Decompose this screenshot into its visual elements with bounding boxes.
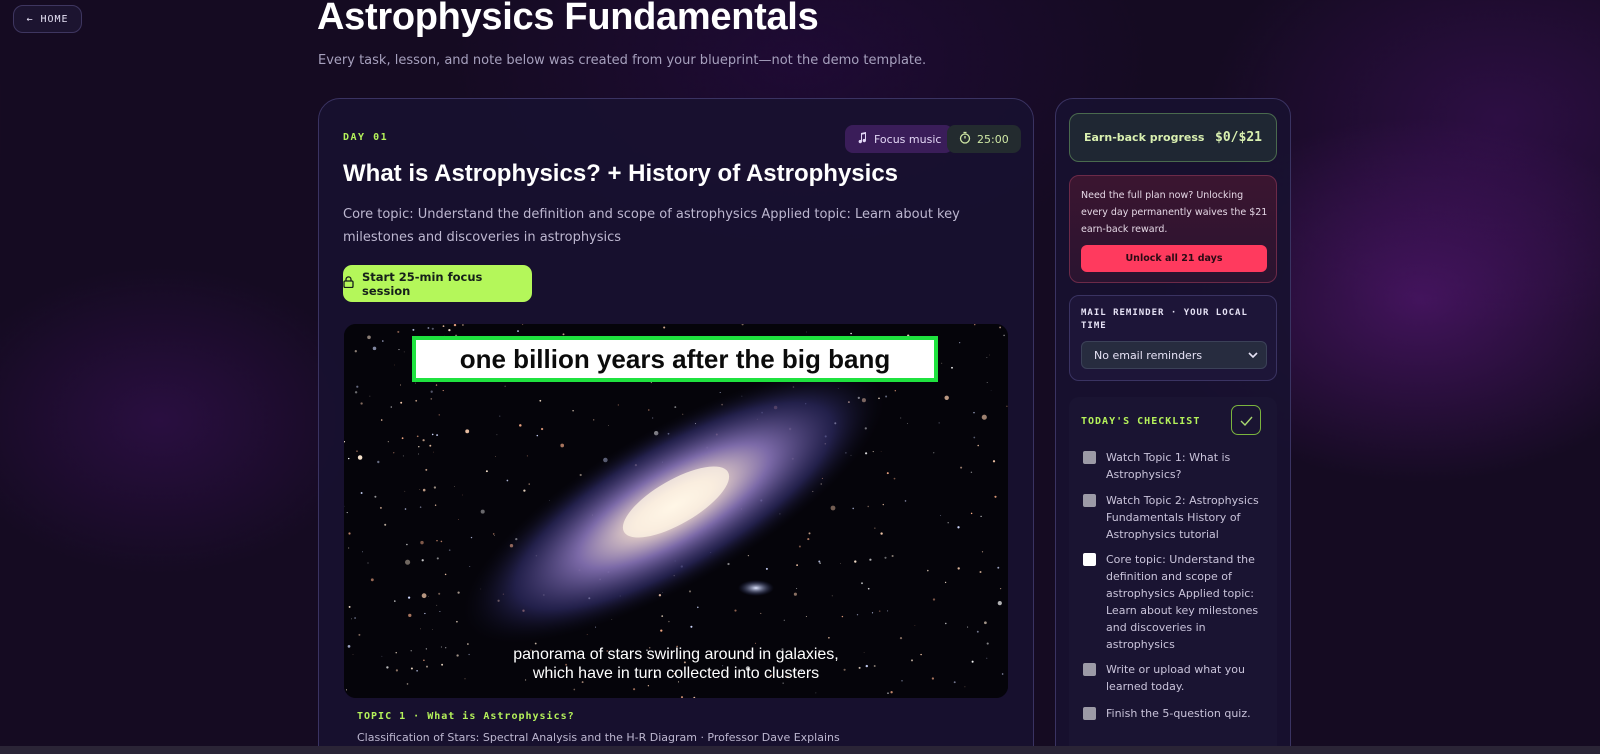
checkbox[interactable] bbox=[1083, 553, 1096, 566]
checklist-item-label: Finish the 5-question quiz. bbox=[1106, 707, 1251, 720]
checkbox[interactable] bbox=[1083, 451, 1096, 464]
checklist-complete-button[interactable] bbox=[1231, 405, 1261, 435]
bottom-bar bbox=[0, 746, 1600, 754]
chevron-down-icon bbox=[1248, 349, 1258, 362]
checklist-panel: TODAY'S CHECKLIST Watch Topic 1: What is… bbox=[1069, 397, 1277, 754]
checklist-item-label: Watch Topic 1: What is Astrophysics? bbox=[1106, 451, 1231, 481]
mail-reminder-label: MAIL REMINDER · YOUR LOCAL TIME bbox=[1081, 308, 1248, 331]
mail-reminder-value: No email reminders bbox=[1094, 348, 1203, 362]
page-title: Astrophysics Fundamentals bbox=[317, 0, 819, 38]
mail-reminder-panel: MAIL REMINDER · YOUR LOCAL TIME No email… bbox=[1069, 295, 1277, 381]
checklist-item[interactable]: Core topic: Understand the definition an… bbox=[1083, 551, 1273, 653]
unlock-panel: Need the full plan now? Unlocking every … bbox=[1069, 175, 1277, 283]
unlock-all-days-button[interactable]: Unlock all 21 days bbox=[1081, 245, 1267, 272]
topic-label: TOPIC 1 · What is Astrophysics? bbox=[357, 711, 575, 722]
earn-back-progress: Earn-back progress $0/$21 bbox=[1069, 113, 1277, 162]
video-meta: Classification of Stars: Spectral Analys… bbox=[357, 731, 840, 744]
lesson-description: Core topic: Understand the definition an… bbox=[343, 207, 960, 245]
lesson-title: What is Astrophysics? + History of Astro… bbox=[343, 160, 899, 187]
home-label: ← HOME bbox=[26, 13, 69, 25]
checkmark-icon bbox=[1240, 411, 1253, 430]
mail-reminder-select[interactable]: No email reminders bbox=[1081, 341, 1267, 369]
music-note-icon bbox=[857, 131, 868, 147]
lock-icon bbox=[343, 276, 354, 291]
checklist-title: TODAY'S CHECKLIST bbox=[1081, 416, 1201, 427]
checkbox[interactable] bbox=[1083, 494, 1096, 507]
checklist-item[interactable]: Write or upload what you learned today. bbox=[1083, 661, 1273, 695]
focus-button-label: Start 25-min focus session bbox=[362, 269, 483, 298]
checklist-item-label: Write or upload what you learned today. bbox=[1106, 663, 1245, 693]
checklist-item[interactable]: Watch Topic 1: What is Astrophysics? bbox=[1083, 449, 1273, 483]
earn-back-label: Earn-back progress bbox=[1084, 131, 1205, 144]
page-subtitle: Every task, lesson, and note below was c… bbox=[318, 53, 927, 68]
earn-back-value: $0/$21 bbox=[1215, 130, 1262, 145]
video-caption-line-1: panorama of stars swirling around in gal… bbox=[513, 646, 839, 663]
focus-music-label: Focus music bbox=[874, 132, 942, 146]
checklist-item-label: Watch Topic 2: Astrophysics Fundamentals… bbox=[1106, 494, 1259, 541]
checkbox[interactable] bbox=[1083, 707, 1096, 720]
galaxy-video-frame bbox=[344, 324, 1008, 698]
checklist-item[interactable]: Watch Topic 2: Astrophysics Fundamentals… bbox=[1083, 492, 1273, 543]
start-focus-session-button[interactable]: Start 25-min focus session bbox=[343, 265, 532, 302]
timer-label: 25:00 bbox=[977, 132, 1009, 146]
checklist-item-label: Core topic: Understand the definition an… bbox=[1106, 553, 1259, 651]
unlock-text: Need the full plan now? Unlocking every … bbox=[1081, 190, 1268, 235]
checklist-item[interactable]: Finish the 5-question quiz. bbox=[1083, 705, 1273, 722]
video-player[interactable]: one billion years after the big bang pan… bbox=[344, 324, 1008, 698]
lesson-card: DAY 01 Focus music 25:00 What is Astroph… bbox=[318, 98, 1034, 754]
home-button[interactable]: ← HOME bbox=[13, 5, 82, 33]
unlock-button-label: Unlock all 21 days bbox=[1125, 253, 1223, 264]
video-overlay-title: one billion years after the big bang bbox=[459, 343, 891, 374]
day-label: DAY 01 bbox=[343, 132, 389, 143]
checkbox[interactable] bbox=[1083, 663, 1096, 676]
timer-button[interactable]: 25:00 bbox=[947, 125, 1021, 153]
video-caption-line-2: which have in turn collected into cluste… bbox=[532, 665, 820, 682]
sidebar-panel: Earn-back progress $0/$21 Need the full … bbox=[1055, 98, 1291, 754]
focus-music-button[interactable]: Focus music bbox=[845, 125, 954, 153]
stopwatch-icon bbox=[959, 131, 971, 147]
